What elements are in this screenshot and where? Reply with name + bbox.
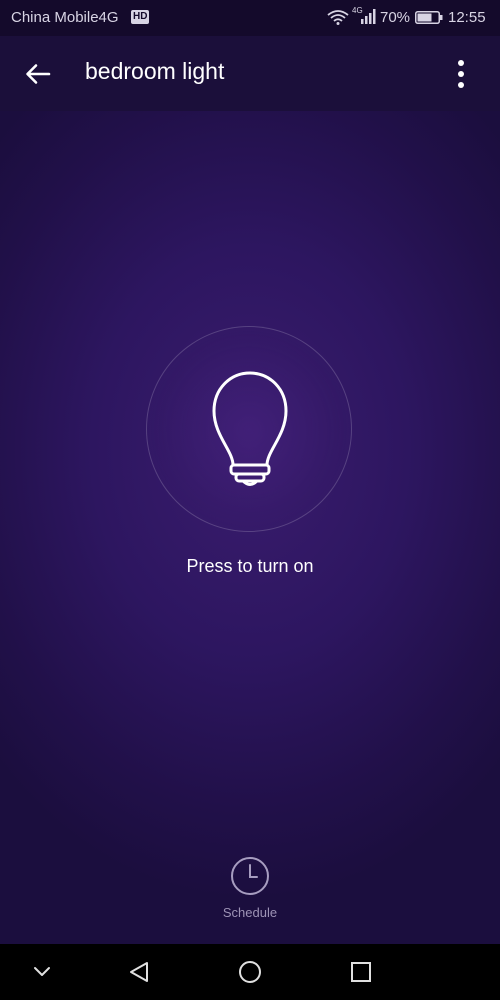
chevron-down-icon bbox=[34, 967, 50, 976]
collapse-nav-button[interactable] bbox=[27, 957, 57, 987]
system-nav-bar bbox=[0, 944, 500, 1000]
status-bar: China Mobile4G HD 4G 70% 12:55 bbox=[0, 0, 500, 36]
more-options-button[interactable] bbox=[443, 54, 479, 94]
more-vertical-icon bbox=[458, 60, 464, 88]
home-circle-icon bbox=[239, 961, 261, 983]
nav-home-button[interactable] bbox=[235, 957, 265, 987]
schedule-label: Schedule bbox=[222, 905, 278, 920]
light-bulb-icon bbox=[212, 371, 288, 486]
light-control-screen: China Mobile4G HD 4G 70% 12:55 bedroom l… bbox=[0, 0, 500, 1000]
nav-back-button[interactable] bbox=[124, 957, 154, 987]
page-title: bedroom light bbox=[85, 58, 225, 84]
schedule-button[interactable]: Schedule bbox=[210, 852, 290, 924]
nav-recents-button[interactable] bbox=[346, 957, 376, 987]
back-button[interactable] bbox=[20, 56, 56, 92]
app-bar: bedroom light bbox=[0, 36, 500, 111]
status-time: 12:55 bbox=[448, 9, 486, 26]
recents-square-icon bbox=[351, 962, 371, 982]
carrier-name: China Mobile4G bbox=[11, 9, 119, 26]
battery-icon bbox=[415, 11, 443, 24]
clock-icon bbox=[231, 857, 269, 895]
power-toggle-button[interactable] bbox=[146, 326, 352, 532]
hd-badge: HD bbox=[131, 10, 150, 24]
back-triangle-icon bbox=[130, 962, 148, 982]
cellular-signal-icon bbox=[361, 9, 376, 24]
battery-percent: 70% bbox=[380, 9, 411, 26]
power-hint-text: Press to turn on bbox=[186, 556, 314, 576]
arrow-left-icon bbox=[26, 64, 51, 84]
wifi-icon bbox=[327, 10, 349, 25]
